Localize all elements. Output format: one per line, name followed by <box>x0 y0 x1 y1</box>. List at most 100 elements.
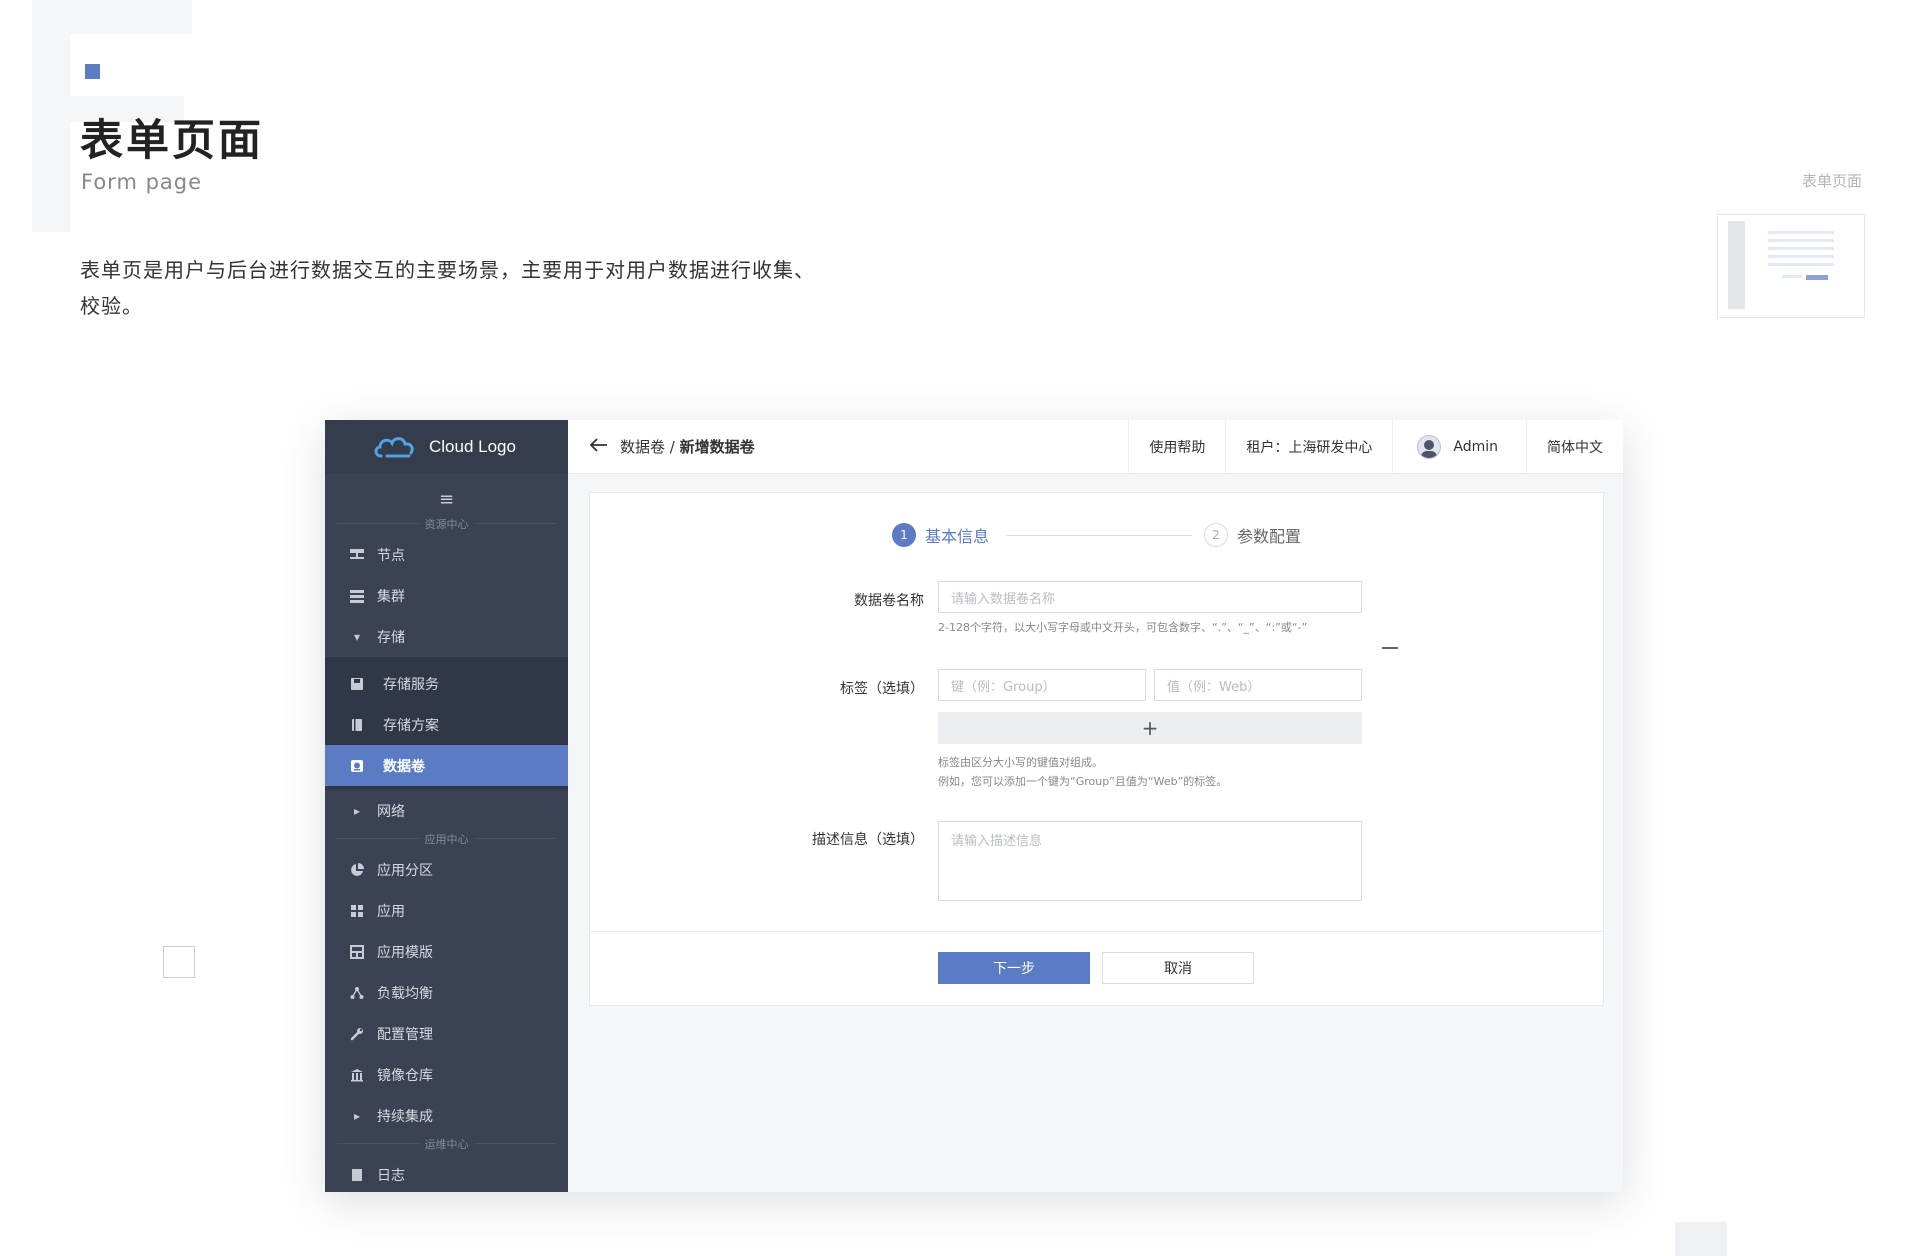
wrench-icon <box>349 1026 365 1042</box>
tag-key-input[interactable]: 键（例：Group） <box>938 669 1146 701</box>
sidebar-item-node[interactable]: 节点 <box>325 534 568 575</box>
sidebar-item-app[interactable]: 应用 <box>325 890 568 931</box>
cancel-button[interactable]: 取消 <box>1102 952 1254 984</box>
storage-submenu: 存储服务 存储方案 数据卷 <box>325 657 568 790</box>
step-label: 基本信息 <box>925 527 990 546</box>
description-label: 描述信息（选填） <box>812 832 924 848</box>
step-number: 2 <box>1204 523 1228 547</box>
step-number: 1 <box>892 523 916 547</box>
sidebar-item-config[interactable]: 配置管理 <box>325 1013 568 1054</box>
sidebar-item-label: 存储服务 <box>383 676 439 693</box>
warehouse-icon <box>349 1067 365 1083</box>
tag-label: 标签（选填） <box>840 681 924 697</box>
cluster-icon <box>349 588 365 604</box>
description-textarea[interactable]: 请输入描述信息 <box>938 821 1362 901</box>
app-mockup: Cloud Logo ≡ 资源中心 节点 集群 ▾ 存储 存储服务 存储方案 数… <box>325 420 1623 1192</box>
node-icon <box>349 547 365 563</box>
breadcrumb-parent[interactable]: 数据卷 <box>620 438 665 456</box>
tenant-switch[interactable]: 租户：上海研发中心 <box>1225 420 1392 474</box>
volume-name-hint: 2-128个字符，以大小写字母或中文开头，可包含数字、“.”、“_”、“:”或“… <box>938 621 1308 634</box>
sidebar-item-label: 存储 <box>377 629 405 646</box>
volume-name-label: 数据卷名称 <box>854 593 924 609</box>
page-subtitle: Form page <box>81 170 203 194</box>
page-description: 表单页是用户与后台进行数据交互的主要场景，主要用于对用户数据进行收集、 校验。 <box>80 252 880 324</box>
sidebar-item-ci[interactable]: ▸ 持续集成 <box>325 1095 568 1136</box>
book-icon <box>349 717 365 733</box>
caret-right-icon: ▸ <box>353 803 361 818</box>
form-card: 1 基本信息 2 参数配置 数据卷名称 请输入数据卷名称 2-128个字符，以大… <box>589 492 1604 1006</box>
sidebar-item-label: 配置管理 <box>377 1026 433 1043</box>
sidebar-item-network[interactable]: ▸ 网络 <box>325 790 568 831</box>
language-switch[interactable]: 简体中文 <box>1526 420 1623 474</box>
sidebar-item-storage-service[interactable]: 存储服务 <box>325 663 568 704</box>
sidebar-item-app-template[interactable]: 应用模版 <box>325 931 568 972</box>
step-connector <box>1006 535 1192 536</box>
sidebar-item-label: 数据卷 <box>383 758 425 775</box>
decor-block <box>32 0 70 232</box>
form-page-thumbnail <box>1717 214 1865 318</box>
page-title: 表单页面 <box>80 116 264 166</box>
tag-hint: 标签由区分大小写的键值对组成。 <box>938 756 1103 769</box>
sidebar-item-label: 存储方案 <box>383 717 439 734</box>
user-menu[interactable]: Admin <box>1392 420 1526 474</box>
sidebar-item-label: 负载均衡 <box>377 985 433 1002</box>
menu-toggle-icon[interactable]: ≡ <box>325 482 568 516</box>
breadcrumb-current: 新增数据卷 <box>679 438 755 456</box>
top-bar: 数据卷 / 新增数据卷 使用帮助 租户：上海研发中心 Admin 简体中文 <box>568 420 1623 474</box>
avatar <box>1417 434 1442 459</box>
breadcrumb-separator: / <box>665 438 680 456</box>
sidebar-item-app-partition[interactable]: 应用分区 <box>325 849 568 890</box>
sidebar-item-storage-plan[interactable]: 存储方案 <box>325 704 568 745</box>
sidebar-item-log[interactable]: 日志 <box>325 1154 568 1192</box>
breadcrumb: 数据卷 / 新增数据卷 <box>608 436 1128 457</box>
description-line: 表单页是用户与后台进行数据交互的主要场景，主要用于对用户数据进行收集、 <box>80 258 815 282</box>
caret-right-icon: ▸ <box>353 1108 361 1123</box>
volume-icon <box>349 758 365 774</box>
step-label: 参数配置 <box>1237 527 1302 546</box>
sidebar-item-label: 应用 <box>377 903 405 920</box>
logo-text: Cloud Logo <box>429 437 516 456</box>
remove-tag-icon[interactable] <box>1382 647 1398 649</box>
sidebar-item-label: 日志 <box>377 1167 405 1184</box>
thumbnail-label: 表单页面 <box>1801 172 1862 190</box>
sidebar-item-label: 持续集成 <box>377 1108 433 1125</box>
sidebar-item-load-balance[interactable]: 负载均衡 <box>325 972 568 1013</box>
accent-square <box>85 64 100 79</box>
decor-block <box>1675 1222 1727 1256</box>
sidebar-item-label: 应用分区 <box>377 862 433 879</box>
add-tag-button[interactable]: + <box>938 712 1362 744</box>
sidebar-item-label: 节点 <box>377 547 405 564</box>
sidebar-item-label: 镜像仓库 <box>377 1067 433 1084</box>
template-icon <box>349 944 365 960</box>
sidebar-item-cluster[interactable]: 集群 <box>325 575 568 616</box>
description-line: 校验。 <box>80 294 143 318</box>
sidebar-item-storage[interactable]: ▾ 存储 <box>325 616 568 657</box>
back-arrow-icon[interactable] <box>568 436 608 457</box>
share-icon <box>349 985 365 1001</box>
sidebar-item-volume[interactable]: 数据卷 <box>325 745 568 786</box>
step-1: 1 基本信息 <box>892 523 989 547</box>
pie-chart-icon <box>349 862 365 878</box>
volume-name-input[interactable]: 请输入数据卷名称 <box>938 581 1362 613</box>
sidebar-item-label: 网络 <box>377 803 405 820</box>
cloud-logo-icon <box>374 437 414 458</box>
logo[interactable]: Cloud Logo <box>325 420 568 474</box>
step-2: 2 参数配置 <box>1204 523 1301 547</box>
save-icon <box>349 676 365 692</box>
decor-outline-box <box>163 946 195 978</box>
log-icon <box>349 1167 365 1183</box>
grid-icon <box>349 903 365 919</box>
next-button[interactable]: 下一步 <box>938 952 1090 984</box>
divider <box>590 931 1603 932</box>
help-link[interactable]: 使用帮助 <box>1128 420 1225 474</box>
caret-down-icon: ▾ <box>353 629 361 644</box>
sidebar-item-label: 集群 <box>377 588 405 605</box>
section-heading: 运维中心 <box>337 1136 556 1151</box>
tag-value-input[interactable]: 值（例：Web） <box>1154 669 1362 701</box>
section-heading: 资源中心 <box>337 516 556 531</box>
section-heading: 应用中心 <box>337 831 556 846</box>
user-name: Admin <box>1453 438 1498 455</box>
steps: 1 基本信息 2 参数配置 <box>590 523 1603 551</box>
tag-hint: 例如，您可以添加一个键为“Group”且值为“Web”的标签。 <box>938 775 1228 788</box>
sidebar-item-image-repo[interactable]: 镜像仓库 <box>325 1054 568 1095</box>
